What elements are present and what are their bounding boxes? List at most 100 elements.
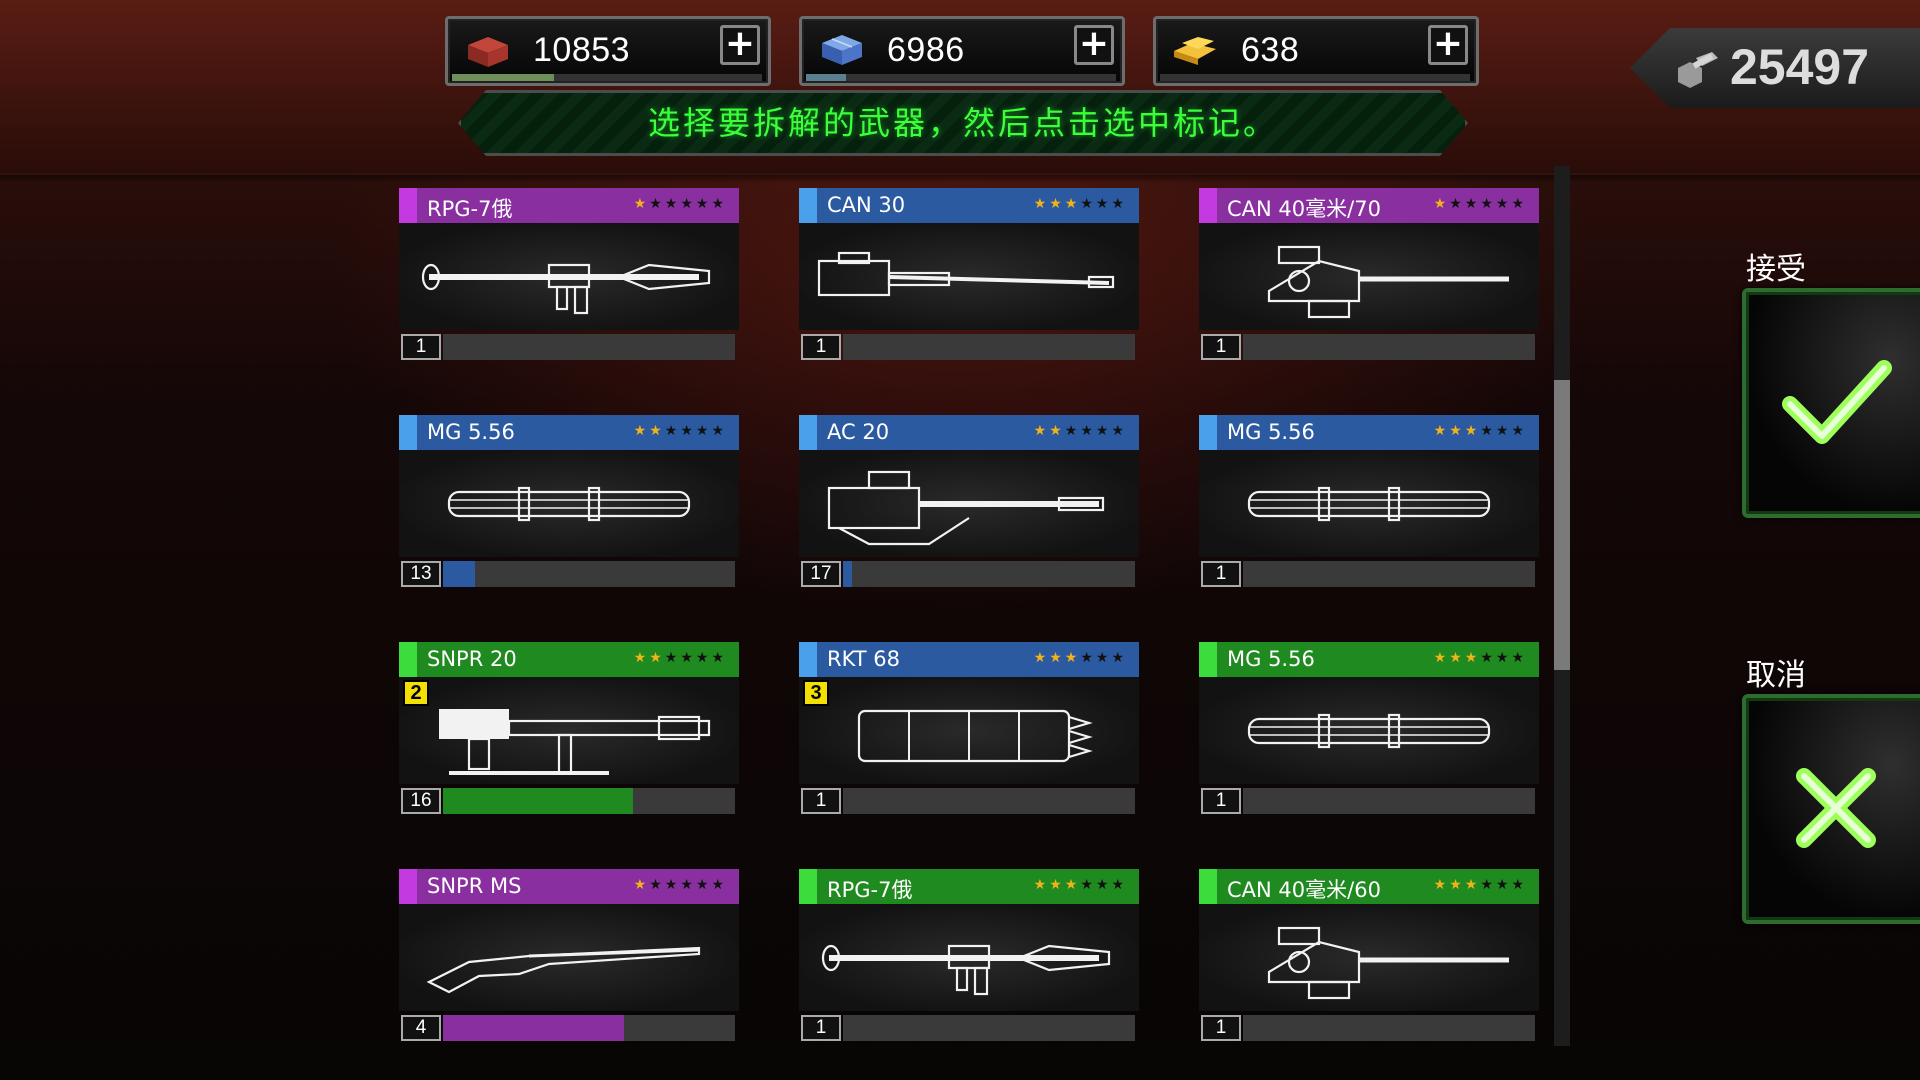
star-icon: ★ (649, 877, 665, 893)
crystal-amount: 6986 (887, 31, 965, 69)
weapon-card[interactable]: SNPR 20 ★★★★★★ 2 16 (399, 642, 739, 818)
weapon-image-panel (399, 677, 739, 784)
star-icon: ★ (1433, 650, 1450, 666)
weapon-count: 13 (401, 561, 441, 587)
weapon-count: 1 (1201, 334, 1241, 360)
rarity-accent (399, 869, 417, 904)
weapon-progress-bar (1243, 561, 1535, 587)
instruction-text: 选择要拆解的武器，然后点击选中标记。 (647, 104, 1278, 142)
weapon-card-header: MG 5.56 ★★★★★★ (399, 415, 739, 450)
star-icon: ★ (1495, 650, 1512, 666)
rarity-accent (399, 642, 417, 677)
weapon-card[interactable]: MG 5.56 ★★★★★★ 1 (1199, 642, 1539, 818)
scrollbar-thumb[interactable] (1554, 380, 1570, 670)
weapon-progress-bar (443, 1015, 735, 1041)
star-icon: ★ (1049, 877, 1065, 893)
rarity-accent (1199, 415, 1217, 450)
weapon-card[interactable]: MG 5.56 ★★★★★★ 13 (399, 415, 739, 591)
add-crystal-button[interactable]: + (1074, 25, 1114, 65)
level-badge: 2 (403, 680, 429, 706)
blue-crystal-icon (822, 35, 862, 65)
rarity-accent (1199, 188, 1217, 223)
star-rating: ★★★★★★ (634, 877, 727, 893)
heavy-cannon-icon (1267, 926, 1509, 1000)
star-icon: ★ (1449, 196, 1465, 212)
weapon-name: AC 20 (827, 420, 890, 444)
gatling-gun-icon (1247, 486, 1491, 522)
star-rating: ★★★★★★ (1034, 877, 1127, 893)
star-icon: ★ (695, 650, 712, 666)
gold-currency: 638 + (1153, 16, 1479, 86)
weapon-count: 1 (1201, 561, 1241, 587)
star-icon: ★ (680, 196, 696, 212)
star-rating: ★★★★★★ (1434, 650, 1527, 666)
weapon-card-footer: 1 (799, 332, 1139, 362)
weapon-card-footer: 4 (399, 1013, 739, 1043)
rarity-accent (799, 188, 817, 223)
star-icon: ★ (1511, 196, 1527, 212)
star-icon: ★ (1464, 877, 1481, 893)
weapon-image-panel (799, 904, 1139, 1011)
rarity-accent (799, 869, 817, 904)
add-steel-button[interactable]: + (720, 25, 760, 65)
weapon-name: MG 5.56 (1227, 647, 1315, 671)
gatling-gun-icon (1247, 713, 1491, 749)
weapon-card[interactable]: MG 5.56 ★★★★★★ 1 (1199, 415, 1539, 591)
star-rating: ★★★★★★ (634, 196, 727, 212)
weapon-progress-bar (443, 334, 735, 360)
weapon-card[interactable]: RPG-7俄 ★★★★★★ 1 (799, 869, 1139, 1045)
star-icon: ★ (1080, 196, 1096, 212)
weapon-card-footer: 17 (799, 559, 1139, 589)
weapon-count: 1 (801, 788, 841, 814)
weapon-card[interactable]: RPG-7俄 ★★★★★★ 1 (399, 188, 739, 364)
crystal-bar (806, 74, 1116, 81)
weapon-card[interactable]: CAN 30 ★★★★★★ 1 (799, 188, 1139, 364)
add-gold-button[interactable]: + (1428, 25, 1468, 65)
checkmark-icon (1782, 360, 1892, 444)
weapon-image-panel (799, 223, 1139, 330)
weapon-progress-fill (843, 561, 852, 587)
weapon-card-header: CAN 40毫米/70 ★★★★★★ (1199, 188, 1539, 223)
gold-amount: 638 (1241, 31, 1300, 69)
weapon-card-footer: 1 (399, 332, 739, 362)
weapon-card[interactable]: SNPR MS ★★★★★★ 4 (399, 869, 739, 1045)
star-icon: ★ (695, 196, 712, 212)
star-icon: ★ (1511, 423, 1527, 439)
star-icon: ★ (711, 650, 727, 666)
star-icon: ★ (1495, 423, 1512, 439)
star-icon: ★ (633, 650, 650, 666)
star-icon: ★ (695, 423, 712, 439)
weapon-count: 17 (801, 561, 841, 587)
rarity-accent (799, 415, 817, 450)
accept-button[interactable] (1742, 288, 1920, 518)
weapon-count: 4 (401, 1015, 441, 1041)
weapon-card-footer: 1 (799, 786, 1139, 816)
star-icon: ★ (1049, 650, 1065, 666)
star-icon: ★ (1433, 423, 1450, 439)
weapon-card-footer: 1 (1199, 1013, 1539, 1043)
rarity-accent (1199, 869, 1217, 904)
star-icon: ★ (1080, 877, 1096, 893)
star-icon: ★ (1095, 423, 1112, 439)
weapon-progress-bar (843, 561, 1135, 587)
gold-bar-icon (1174, 37, 1216, 65)
weapon-card[interactable]: RKT 68 ★★★★★★ 31 (799, 642, 1139, 818)
star-icon: ★ (1464, 196, 1481, 212)
star-rating: ★★★★★★ (634, 650, 727, 666)
weapon-count: 1 (801, 334, 841, 360)
cancel-button[interactable] (1742, 694, 1920, 924)
weapon-card[interactable]: CAN 40毫米/70 ★★★★★★ 1 (1199, 188, 1539, 364)
star-icon: ★ (695, 877, 712, 893)
star-icon: ★ (633, 196, 650, 212)
steel-ingot-icon (468, 37, 508, 67)
star-icon: ★ (1111, 423, 1127, 439)
star-icon: ★ (1495, 877, 1512, 893)
star-icon: ★ (1480, 877, 1496, 893)
weapon-image-panel (799, 450, 1139, 557)
weapon-card-header: CAN 30 ★★★★★★ (799, 188, 1139, 223)
weapon-card[interactable]: AC 20 ★★★★★★ 17 (799, 415, 1139, 591)
star-rating: ★★★★★★ (634, 423, 727, 439)
weapon-card[interactable]: CAN 40毫米/60 ★★★★★★ 1 (1199, 869, 1539, 1045)
weapon-name: CAN 40毫米/60 (1227, 878, 1381, 902)
weapon-card-header: RPG-7俄 ★★★★★★ (399, 188, 739, 223)
